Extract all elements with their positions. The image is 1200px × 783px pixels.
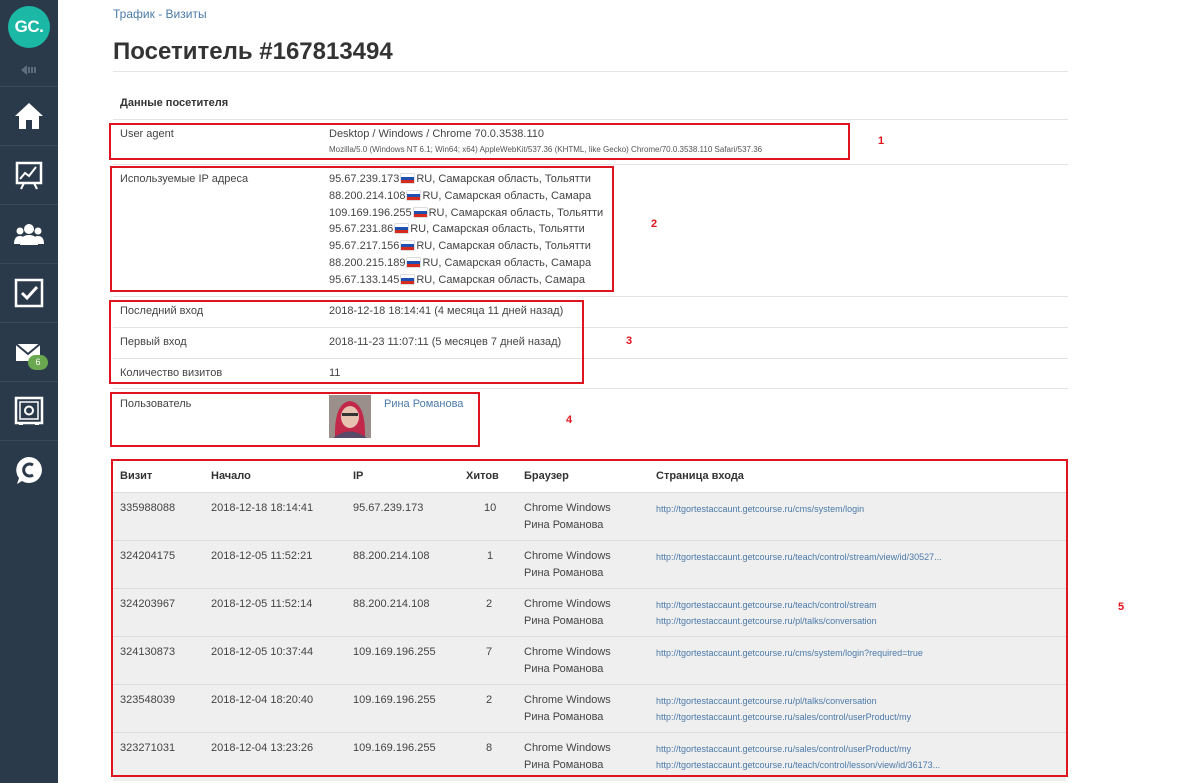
breadcrumb-separator: - xyxy=(158,7,163,21)
annotation-box-3 xyxy=(109,300,584,384)
collapse-icon[interactable] xyxy=(19,64,39,76)
divider xyxy=(113,296,1068,297)
safe-icon xyxy=(14,396,44,425)
sidebar-item-chat[interactable] xyxy=(0,440,58,499)
annotation-number-2: 2 xyxy=(651,218,658,230)
gc-logo[interactable]: GC. xyxy=(8,6,50,48)
annotation-box-1 xyxy=(109,123,850,160)
breadcrumb-traffic[interactable]: Трафик xyxy=(113,7,155,21)
annotation-box-4 xyxy=(110,392,480,447)
chart-icon xyxy=(15,161,43,190)
annotation-number-1: 1 xyxy=(878,135,885,147)
sidebar-item-mail[interactable]: 6 xyxy=(0,322,58,381)
tasks-icon xyxy=(14,278,44,308)
annotation-box-2 xyxy=(110,166,614,292)
breadcrumb-visits[interactable]: Визиты xyxy=(166,7,207,21)
annotation-number-5: 5 xyxy=(1118,601,1125,613)
sidebar-item-reports[interactable] xyxy=(0,145,58,204)
section-title: Данные посетителя xyxy=(120,97,229,109)
sidebar-item-safe[interactable] xyxy=(0,381,58,440)
divider xyxy=(113,388,1068,389)
home-icon xyxy=(15,103,43,129)
breadcrumb: Трафик - Визиты xyxy=(113,7,207,21)
annotation-number-3: 3 xyxy=(626,335,633,347)
page-title: Посетитель #167813494 xyxy=(113,38,393,65)
users-icon xyxy=(14,224,44,245)
divider xyxy=(113,119,1068,120)
divider xyxy=(113,71,1068,72)
sidebar-item-tasks[interactable] xyxy=(0,263,58,322)
chat-icon xyxy=(16,457,42,484)
sidebar-item-users[interactable] xyxy=(0,204,58,263)
sidebar-item-home[interactable] xyxy=(0,86,58,145)
annotation-number-4: 4 xyxy=(566,414,573,426)
divider xyxy=(113,164,1068,165)
mail-badge: 6 xyxy=(28,355,48,370)
annotation-box-5 xyxy=(111,459,1068,777)
sidebar: GC. 6 xyxy=(0,0,58,783)
